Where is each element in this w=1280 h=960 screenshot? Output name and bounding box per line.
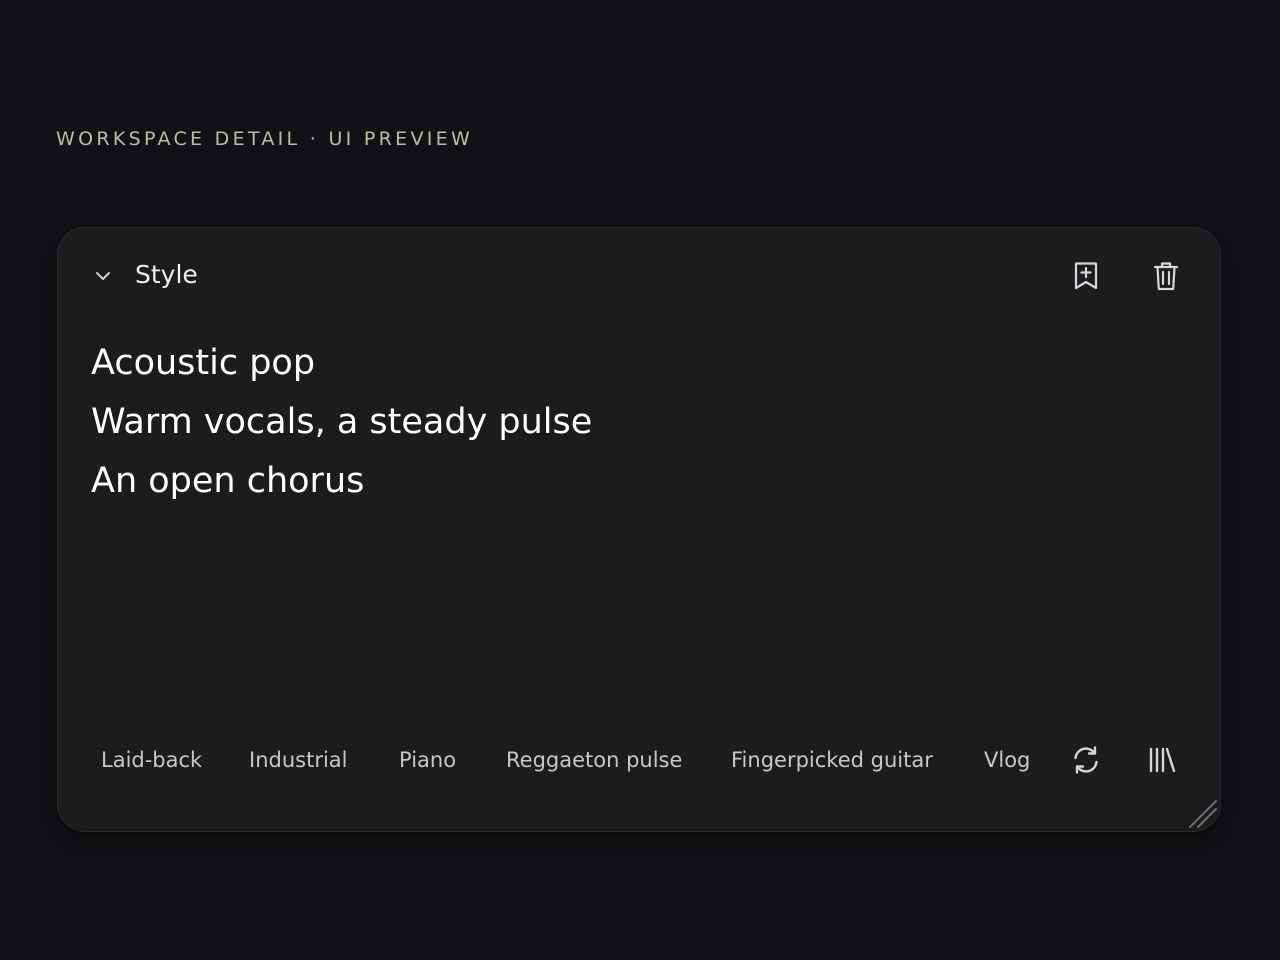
prompt-line: Warm vocals, a steady pulse: [91, 402, 593, 442]
style-tag-laid-back[interactable]: Laid-back: [101, 746, 202, 774]
delete-style-button[interactable]: [1146, 256, 1186, 296]
style-tag-industrial[interactable]: Industrial: [249, 746, 348, 774]
style-tag-piano[interactable]: Piano: [399, 746, 456, 774]
refresh-tags-button[interactable]: [1066, 740, 1106, 780]
style-prompt-text[interactable]: Acoustic pop Warm vocals, a steady pulse…: [91, 334, 1151, 511]
resize-handle[interactable]: [1186, 797, 1218, 829]
trash-icon: [1152, 260, 1180, 292]
style-library-button[interactable]: [1142, 740, 1182, 780]
style-tag-reggaeton-pulse[interactable]: Reggaeton pulse: [506, 746, 682, 774]
style-panel: Style Acoustic pop Warm vocals, a steady…: [57, 227, 1221, 832]
save-style-button[interactable]: [1066, 256, 1106, 296]
chevron-down-icon[interactable]: [92, 265, 114, 287]
style-tag-vlog[interactable]: Vlog: [984, 746, 1030, 774]
style-tag-row: Laid-back Industrial Piano Reggaeton pul…: [58, 738, 1220, 782]
prompt-line: Acoustic pop: [91, 343, 316, 383]
style-panel-header: Style: [58, 228, 1220, 324]
bookmark-plus-icon: [1072, 260, 1100, 292]
prompt-line: An open chorus: [91, 461, 365, 501]
page: WORKSPACE DETAIL · UI PREVIEW Style Acou…: [0, 0, 1280, 960]
style-tag-fingerpicked-guitar[interactable]: Fingerpicked guitar: [731, 746, 933, 774]
style-title: Style: [135, 260, 198, 289]
refresh-icon: [1070, 744, 1102, 776]
library-icon: [1147, 745, 1177, 775]
page-eyebrow: WORKSPACE DETAIL · UI PREVIEW: [56, 128, 474, 150]
